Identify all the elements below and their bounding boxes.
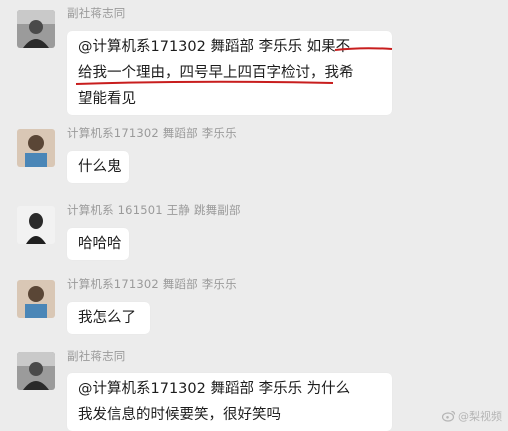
avatar[interactable] [17,280,55,318]
message-bubble[interactable]: @计算机系171302 舞蹈部 李乐乐 为什么 我发信息的时候要笑，很好笑吗 [67,373,392,431]
message-bubble[interactable]: 什么鬼 [67,151,129,183]
sender-name: 计算机系171302 舞蹈部 李乐乐 [67,126,237,140]
watermark: @梨视频 [442,408,502,424]
weibo-logo-icon [442,410,456,422]
message-line: @计算机系171302 舞蹈部 李乐乐 为什么 [78,381,351,397]
sender-name: 副社蒋志同 [67,349,126,363]
avatar[interactable] [17,129,55,167]
sender-name: 计算机系 161501 王静 跳舞副部 [67,203,241,217]
watermark-text: @梨视频 [458,410,502,423]
avatar[interactable] [17,352,55,390]
message-line: 我发信息的时候要笑，很好笑吗 [78,407,281,423]
avatar[interactable] [17,206,55,244]
message-bubble[interactable]: 我怎么了 [67,302,150,334]
message-text: 我怎么了 [78,310,136,326]
red-underline-annotation [75,47,393,85]
message-text: 什么鬼 [78,159,122,175]
message-text: 哈哈哈 [78,236,122,252]
message-bubble[interactable]: 哈哈哈 [67,228,129,260]
sender-name: 计算机系171302 舞蹈部 李乐乐 [67,277,237,291]
